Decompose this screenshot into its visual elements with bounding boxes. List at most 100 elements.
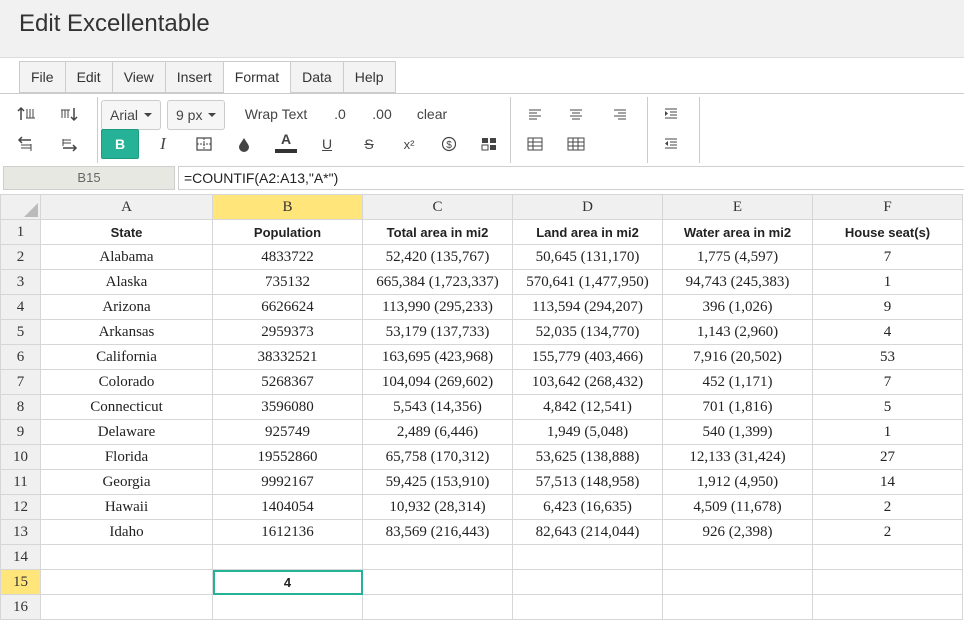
spreadsheet-cell[interactable]: 452 (1,171) — [662, 369, 813, 395]
spreadsheet-cell[interactable]: 163,695 (423,968) — [362, 344, 513, 370]
font-color-button[interactable]: A — [273, 126, 299, 158]
spreadsheet-cell[interactable]: 2 — [812, 519, 963, 545]
spreadsheet-cell[interactable] — [362, 569, 513, 595]
spreadsheet-cell[interactable]: Land area in mi2 — [512, 219, 663, 245]
spreadsheet-cell[interactable] — [812, 544, 963, 570]
spreadsheet-cell[interactable]: 4,842 (12,541) — [512, 394, 663, 420]
spreadsheet-cell[interactable]: 19552860 — [212, 444, 363, 470]
spreadsheet-cell[interactable]: 4833722 — [212, 244, 363, 270]
spreadsheet-cell[interactable]: 103,642 (268,432) — [512, 369, 663, 395]
spreadsheet-cell[interactable]: 7 — [812, 244, 963, 270]
row-header[interactable]: 1 — [0, 219, 41, 245]
spreadsheet-cell[interactable]: Hawaii — [40, 494, 213, 520]
align-left-icon[interactable] — [522, 100, 548, 128]
spreadsheet-cell[interactable]: 83,569 (216,443) — [362, 519, 513, 545]
menu-data[interactable]: Data — [291, 62, 344, 92]
spreadsheet-cell[interactable] — [812, 569, 963, 595]
spreadsheet-cell[interactable]: 3596080 — [212, 394, 363, 420]
spreadsheet-cell[interactable]: 665,384 (1,723,337) — [362, 269, 513, 295]
spreadsheet-cell[interactable]: 53,179 (137,733) — [362, 319, 513, 345]
spreadsheet-cell[interactable]: 104,094 (269,602) — [362, 369, 513, 395]
formula-input[interactable]: =COUNTIF(A2:A13,"A*") — [178, 166, 964, 190]
spreadsheet-cell[interactable]: Population — [212, 219, 363, 245]
font-size-dropdown[interactable]: 9 px — [167, 100, 226, 130]
spreadsheet-cell[interactable] — [362, 544, 513, 570]
spreadsheet-cell[interactable] — [812, 594, 963, 620]
border-icon[interactable] — [191, 130, 217, 158]
spreadsheet-cell[interactable]: 5 — [812, 394, 963, 420]
insert-column-left-icon[interactable] — [14, 130, 40, 158]
underline-button[interactable]: U — [314, 130, 340, 158]
spreadsheet-cell[interactable]: 1,912 (4,950) — [662, 469, 813, 495]
spreadsheet-cell[interactable]: 570,641 (1,477,950) — [512, 269, 663, 295]
table-icon[interactable] — [522, 130, 548, 158]
decrease-decimal-button[interactable]: .0 — [326, 100, 354, 128]
row-header[interactable]: 10 — [0, 444, 41, 470]
spreadsheet-cell[interactable]: 1 — [812, 419, 963, 445]
increase-decimal-button[interactable]: .00 — [366, 100, 398, 128]
row-header[interactable]: 4 — [0, 294, 41, 320]
spreadsheet-cell[interactable]: 27 — [812, 444, 963, 470]
row-header[interactable]: 14 — [0, 544, 41, 570]
currency-icon[interactable]: $ — [436, 130, 462, 158]
menu-insert[interactable]: Insert — [166, 62, 224, 92]
menu-edit[interactable]: Edit — [66, 62, 113, 92]
spreadsheet-cell[interactable] — [212, 544, 363, 570]
spreadsheet-cell[interactable]: 53,625 (138,888) — [512, 444, 663, 470]
italic-button[interactable]: I — [150, 130, 176, 158]
spreadsheet-cell[interactable] — [40, 544, 213, 570]
spreadsheet-cell[interactable]: 540 (1,399) — [662, 419, 813, 445]
wrap-text-button[interactable]: Wrap Text — [240, 100, 312, 128]
spreadsheet-cell[interactable] — [512, 544, 663, 570]
insert-column-right-icon[interactable] — [56, 130, 82, 158]
spreadsheet-cell[interactable]: 52,420 (135,767) — [362, 244, 513, 270]
spreadsheet-cell[interactable]: 82,643 (214,044) — [512, 519, 663, 545]
spreadsheet-cell[interactable]: 155,779 (403,466) — [512, 344, 663, 370]
menu-file[interactable]: File — [20, 62, 66, 92]
column-header-a[interactable]: A — [40, 194, 213, 220]
spreadsheet-cell[interactable]: 735132 — [212, 269, 363, 295]
cell-reference-box[interactable]: B15 — [3, 166, 175, 190]
row-header[interactable]: 12 — [0, 494, 41, 520]
spreadsheet-cell[interactable]: 12,133 (31,424) — [662, 444, 813, 470]
spreadsheet-cell[interactable] — [212, 594, 363, 620]
spreadsheet-cell[interactable]: 65,758 (170,312) — [362, 444, 513, 470]
select-all-corner[interactable] — [0, 194, 41, 220]
spreadsheet-cell[interactable]: 4 — [812, 319, 963, 345]
column-header-d[interactable]: D — [512, 194, 663, 220]
spreadsheet-cell[interactable]: Alabama — [40, 244, 213, 270]
column-header-e[interactable]: E — [662, 194, 813, 220]
row-header[interactable]: 6 — [0, 344, 41, 370]
spreadsheet-cell[interactable]: 7 — [812, 369, 963, 395]
spreadsheet-cell[interactable]: 5268367 — [212, 369, 363, 395]
spreadsheet-cell[interactable]: 14 — [812, 469, 963, 495]
spreadsheet-cell[interactable]: 52,035 (134,770) — [512, 319, 663, 345]
spreadsheet-cell[interactable]: 6626624 — [212, 294, 363, 320]
spreadsheet-cell[interactable] — [662, 569, 813, 595]
spreadsheet-cell[interactable]: 396 (1,026) — [662, 294, 813, 320]
spreadsheet-cell[interactable]: Florida — [40, 444, 213, 470]
align-center-icon[interactable] — [563, 100, 589, 128]
row-header[interactable]: 8 — [0, 394, 41, 420]
spreadsheet-cell[interactable] — [40, 594, 213, 620]
spreadsheet-cell[interactable]: 6,423 (16,635) — [512, 494, 663, 520]
fill-color-icon[interactable] — [231, 130, 257, 158]
row-header[interactable]: 5 — [0, 319, 41, 345]
spreadsheet-cell[interactable] — [662, 594, 813, 620]
spreadsheet-cell[interactable]: 57,513 (148,958) — [512, 469, 663, 495]
menu-view[interactable]: View — [113, 62, 166, 92]
spreadsheet-cell[interactable]: 1,143 (2,960) — [662, 319, 813, 345]
spreadsheet-cell[interactable]: 926 (2,398) — [662, 519, 813, 545]
column-header-f[interactable]: F — [812, 194, 963, 220]
spreadsheet-cell[interactable] — [512, 569, 663, 595]
spreadsheet-cell[interactable] — [362, 594, 513, 620]
spreadsheet-cell[interactable]: 7,916 (20,502) — [662, 344, 813, 370]
spreadsheet-cell[interactable] — [662, 544, 813, 570]
row-header[interactable]: 11 — [0, 469, 41, 495]
spreadsheet-cell[interactable] — [512, 594, 663, 620]
spreadsheet-cell[interactable]: Total area in mi2 — [362, 219, 513, 245]
spreadsheet-cell[interactable]: Connecticut — [40, 394, 213, 420]
row-header[interactable]: 7 — [0, 369, 41, 395]
superscript-button[interactable]: x² — [396, 130, 422, 158]
grid-icon[interactable] — [563, 130, 589, 158]
